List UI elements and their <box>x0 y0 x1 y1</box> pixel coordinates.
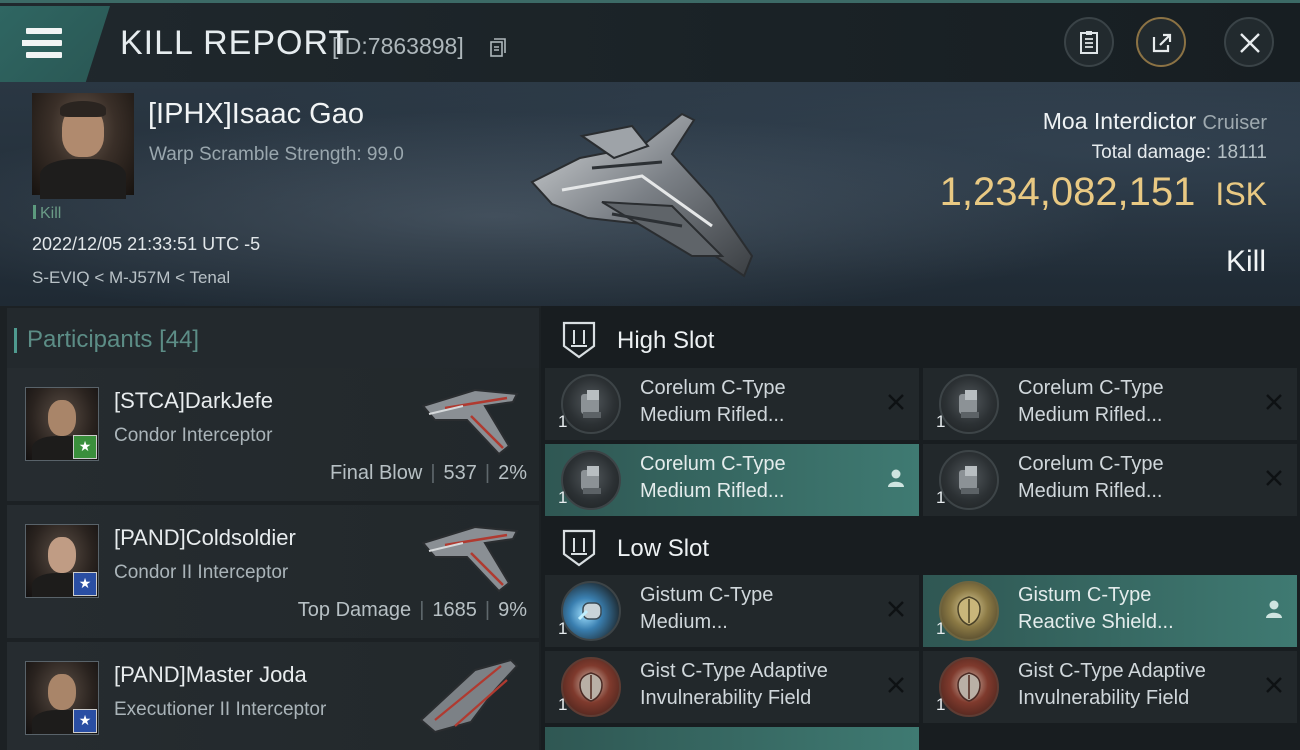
turret-icon <box>561 450 621 510</box>
clipboard-icon <box>1080 31 1098 54</box>
remove-icon[interactable] <box>887 676 905 694</box>
module-quantity: 1 <box>558 619 568 638</box>
ship-name[interactable]: Moa Interdictor Cruiser <box>1043 108 1267 135</box>
participant-row[interactable]: ★ [PAND]Master Joda Executioner II Inter… <box>7 642 539 750</box>
victim-banner: [IPHX]Isaac Gao Warp Scramble Strength: … <box>0 82 1300 306</box>
kill-location[interactable]: S-EVIQ < M-J57M < Tenal <box>32 268 230 288</box>
participant-stats: Top Damage | 1685 | 9% <box>297 599 527 621</box>
module-quantity: 1 <box>558 488 568 507</box>
shield-icon <box>939 581 999 641</box>
close-button[interactable] <box>1224 17 1274 67</box>
participant-ship-image <box>419 658 519 734</box>
remove-icon[interactable] <box>1265 676 1283 694</box>
close-icon <box>1240 33 1260 53</box>
participant-row[interactable]: ★ [STCA]DarkJefe Condor Interceptor Fina… <box>7 368 539 501</box>
low-slot-header: Low Slot <box>545 516 1300 580</box>
module-quantity: 1 <box>936 412 946 431</box>
copy-icon[interactable] <box>490 38 506 57</box>
remove-icon[interactable] <box>887 393 905 411</box>
victim-ship-image <box>530 112 754 278</box>
participant-ship: Condor Interceptor <box>114 425 273 446</box>
module-name: Gist C-Type Adaptive Invulnerability Fie… <box>1018 660 1206 709</box>
turret-icon <box>939 450 999 510</box>
victim-name[interactable]: [IPHX]Isaac Gao <box>148 98 364 131</box>
participant-row[interactable]: ★ [PAND]Coldsoldier Condor II Intercepto… <box>7 505 539 638</box>
kill-result: Kill <box>1225 245 1266 278</box>
remove-icon[interactable] <box>1265 469 1283 487</box>
participant-name: [STCA]DarkJefe <box>114 388 273 413</box>
module-card[interactable]: 1 Gistum C-Type Reactive Shield... <box>923 575 1297 647</box>
module-card[interactable] <box>545 727 919 750</box>
share-icon <box>1152 33 1172 53</box>
remove-icon[interactable] <box>887 600 905 618</box>
warp-scramble-strength: Warp Scramble Strength: 99.0 <box>149 144 404 165</box>
remove-icon[interactable] <box>1265 393 1283 411</box>
ship-class: Cruiser <box>1202 112 1267 134</box>
module-card[interactable]: 1 Gist C-Type Adaptive Invulnerability F… <box>923 651 1297 723</box>
module-card[interactable]: 1 Corelum C-Type Medium Rifled... <box>923 444 1297 516</box>
high-slot-header: High Slot <box>545 308 1300 372</box>
module-quantity: 1 <box>558 695 568 714</box>
low-slot-icon <box>562 529 596 567</box>
fitting-panel: High Slot 1 Corelum C-Type Medium Rifled… <box>541 306 1300 750</box>
capacitor-icon <box>561 581 621 641</box>
menu-icon <box>26 28 62 34</box>
participants-header: Participants [44] <box>7 308 539 369</box>
participant-name: [PAND]Coldsoldier <box>114 525 296 550</box>
report-id: [ID:7863898] <box>332 33 464 59</box>
page-title: KILL REPORT <box>120 24 351 62</box>
high-slot-icon <box>562 321 596 359</box>
participant-ship: Condor II Interceptor <box>114 562 289 583</box>
module-name: Gistum C-Type Medium... <box>640 584 774 633</box>
module-name: Corelum C-Type Medium Rifled... <box>1018 453 1164 502</box>
turret-icon <box>939 374 999 434</box>
participants-label: Participants <box>27 326 153 353</box>
module-card[interactable]: 1 Gist C-Type Adaptive Invulnerability F… <box>545 651 919 723</box>
pilot-icon[interactable] <box>887 468 905 488</box>
participant-ship: Executioner II Interceptor <box>114 699 327 720</box>
module-card[interactable]: 1 Corelum C-Type Medium Rifled... <box>923 368 1297 440</box>
participant-ship-image <box>421 388 519 456</box>
kill-date: 2022/12/05 21:33:51 UTC -5 <box>32 234 261 254</box>
module-name: Gistum C-Type Reactive Shield... <box>1018 584 1174 633</box>
module-card[interactable]: 1 Corelum C-Type Medium Rifled... <box>545 368 919 440</box>
isk-value: 1,234,082,151 ISK <box>939 170 1267 214</box>
participant-stats: Final Blow | 537 | 2% <box>330 462 527 484</box>
high-slot-title: High Slot <box>617 327 715 354</box>
participant-name: [PAND]Master Joda <box>114 662 307 687</box>
module-card[interactable]: 1 Corelum C-Type Medium Rifled... <box>545 444 919 516</box>
share-button[interactable] <box>1136 17 1186 67</box>
participants-panel: Participants [44] ★ [STCA]DarkJefe Condo… <box>0 306 541 750</box>
module-name: Corelum C-Type Medium Rifled... <box>640 453 786 502</box>
star-badge-icon: ★ <box>73 572 97 596</box>
clipboard-button[interactable] <box>1064 17 1114 67</box>
victim-portrait[interactable] <box>32 93 134 199</box>
total-damage: Total damage: 18111 <box>1091 142 1267 163</box>
module-name: Corelum C-Type Medium Rifled... <box>640 377 786 426</box>
invulnerability-field-icon <box>939 657 999 717</box>
module-name: Corelum C-Type Medium Rifled... <box>1018 377 1164 426</box>
module-quantity: 1 <box>558 412 568 431</box>
star-badge-icon: ★ <box>73 435 97 459</box>
module-quantity: 1 <box>936 619 946 638</box>
module-card[interactable]: 1 Gistum C-Type Medium... <box>545 575 919 647</box>
menu-button[interactable] <box>0 6 110 82</box>
invulnerability-field-icon <box>561 657 621 717</box>
module-quantity: 1 <box>936 695 946 714</box>
isk-unit: ISK <box>1215 176 1267 212</box>
participants-count: [44] <box>159 326 200 353</box>
header-bar: KILL REPORT [ID:7863898] <box>0 0 1300 85</box>
pilot-icon[interactable] <box>1265 599 1283 619</box>
low-slot-title: Low Slot <box>617 535 710 562</box>
participant-ship-image <box>421 525 519 593</box>
module-name: Gist C-Type Adaptive Invulnerability Fie… <box>640 660 828 709</box>
kill-tag: Kill <box>33 205 61 223</box>
module-quantity: 1 <box>936 488 946 507</box>
turret-icon <box>561 374 621 434</box>
star-badge-icon: ★ <box>73 709 97 733</box>
total-damage-value: 18111 <box>1216 142 1267 163</box>
